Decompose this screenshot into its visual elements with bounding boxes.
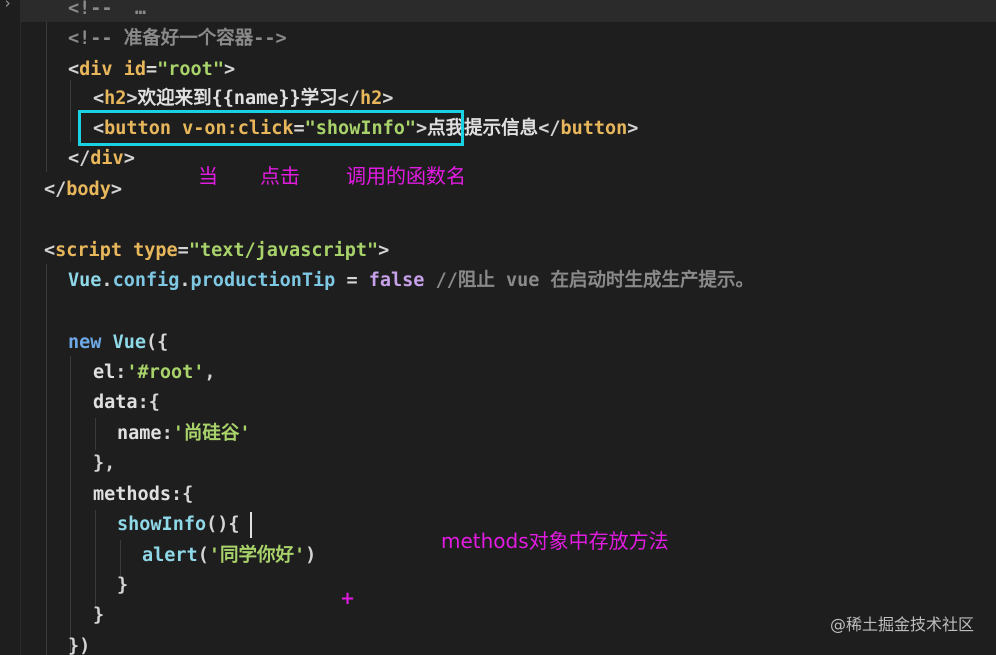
code-line[interactable]: name:'尚硅谷' bbox=[117, 419, 250, 449]
code-token: <!-- 准备好一个容器--> bbox=[68, 28, 287, 49]
mouse-cursor-plus-icon: + bbox=[340, 588, 356, 609]
code-token: > bbox=[223, 59, 236, 80]
highlight-box bbox=[78, 110, 464, 146]
code-token: </ bbox=[44, 179, 67, 200]
code-line[interactable]: }, bbox=[93, 449, 115, 479]
code-line[interactable]: } bbox=[93, 601, 104, 631]
code-token: config bbox=[112, 270, 180, 291]
code-token: button bbox=[560, 118, 628, 139]
code-token: > bbox=[126, 88, 138, 109]
code-line[interactable]: <!-- … bbox=[68, 0, 146, 24]
indent-guide bbox=[46, 264, 47, 655]
code-token: "root" bbox=[157, 59, 224, 80]
code-token: el bbox=[93, 362, 116, 383]
code-token: methods bbox=[93, 484, 171, 505]
text-caret bbox=[250, 512, 252, 538]
code-token: < bbox=[68, 59, 80, 80]
indent-guide bbox=[95, 510, 96, 606]
annotation-function-name: 调用的函数名 bbox=[346, 164, 466, 188]
code-token: new bbox=[68, 332, 113, 353]
code-token: h2 bbox=[359, 88, 383, 109]
code-token: ) bbox=[305, 545, 317, 566]
code-token: Vue bbox=[68, 270, 102, 291]
code-line[interactable]: alert('同学你好') bbox=[142, 541, 316, 571]
code-token: id bbox=[123, 59, 146, 80]
code-token: } bbox=[117, 575, 129, 596]
code-token: : bbox=[161, 423, 173, 444]
code-token: //阻止 vue 在启动时生成生产提示。 bbox=[424, 270, 755, 291]
watermark: @稀土掘金技术社区 bbox=[829, 615, 974, 634]
code-token: h2 bbox=[104, 88, 127, 109]
code-line[interactable]: </div> bbox=[68, 144, 135, 174]
code-token: showInfo bbox=[117, 514, 207, 535]
code-token: :{ bbox=[137, 392, 160, 413]
annotation-methods: methods对象中存放方法 bbox=[441, 529, 669, 553]
code-token: = bbox=[177, 240, 189, 261]
code-token: 欢迎来到{{name}}学习 bbox=[137, 88, 338, 109]
code-token: <!-- … bbox=[68, 0, 146, 19]
code-token: < bbox=[93, 88, 105, 109]
code-token: '尚硅谷' bbox=[172, 423, 251, 444]
code-line[interactable]: }) bbox=[68, 632, 90, 655]
code-token: }, bbox=[93, 453, 116, 474]
code-token: Vue bbox=[112, 332, 146, 353]
code-token: (){ bbox=[206, 514, 240, 535]
code-line[interactable]: el:'#root', bbox=[93, 358, 216, 388]
code-token: type bbox=[133, 240, 178, 261]
code-token: productionTip bbox=[190, 270, 336, 291]
code-token: </ bbox=[337, 88, 360, 109]
code-token: . bbox=[179, 270, 191, 291]
code-line[interactable]: data:{ bbox=[93, 388, 160, 418]
code-token: false bbox=[368, 270, 425, 291]
code-token: alert bbox=[142, 545, 198, 566]
code-token: "text/javascript" bbox=[188, 240, 379, 261]
code-token: = bbox=[335, 270, 369, 291]
code-line[interactable]: <script type="text/javascript"> bbox=[44, 236, 389, 266]
code-token: </ bbox=[68, 148, 91, 169]
code-token: ({ bbox=[145, 332, 169, 353]
code-token: : bbox=[115, 362, 127, 383]
annotation-click: 点击 bbox=[260, 164, 300, 188]
code-line[interactable]: <div id="root"> bbox=[68, 55, 235, 85]
code-token: > bbox=[378, 240, 390, 261]
code-line[interactable]: methods:{ bbox=[93, 480, 193, 510]
code-token: '#root' bbox=[126, 362, 205, 383]
code-line[interactable]: new Vue({ bbox=[68, 328, 168, 358]
code-token: '同学你好' bbox=[208, 545, 306, 566]
code-token: , bbox=[204, 362, 216, 383]
code-token: body bbox=[66, 179, 111, 200]
indent-guide bbox=[70, 80, 71, 142]
code-editor[interactable]: › <!-- … <!-- 准备好一个容器--> <div id="root"> <h… bbox=[0, 0, 996, 655]
code-token: < bbox=[44, 240, 56, 261]
indent-guide bbox=[46, 22, 47, 172]
code-line[interactable]: } bbox=[117, 571, 128, 601]
code-token: > bbox=[627, 118, 639, 139]
code-line[interactable]: showInfo(){ bbox=[117, 510, 240, 540]
code-token: > bbox=[110, 179, 122, 200]
code-token: }) bbox=[68, 636, 91, 655]
code-token: . bbox=[101, 270, 113, 291]
editor-top-shade bbox=[20, 0, 996, 22]
code-token: } bbox=[93, 605, 105, 626]
indent-guide bbox=[70, 356, 71, 655]
code-line[interactable]: <!-- 准备好一个容器--> bbox=[68, 24, 287, 54]
annotation-when: 当 bbox=[198, 164, 218, 188]
code-line[interactable]: </body> bbox=[44, 175, 122, 205]
code-token: > bbox=[382, 88, 394, 109]
code-token: :{ bbox=[170, 484, 194, 505]
code-token: name bbox=[117, 423, 162, 444]
code-line[interactable]: Vue.config.productionTip = false //阻止 vu… bbox=[68, 266, 754, 296]
editor-gutter: › bbox=[0, 0, 21, 655]
code-token: = bbox=[145, 59, 158, 80]
fold-chevron-icon[interactable]: › bbox=[3, 0, 12, 12]
code-token: div bbox=[79, 59, 124, 80]
code-token: script bbox=[55, 240, 134, 261]
code-token: div bbox=[90, 148, 124, 169]
indent-guide bbox=[95, 418, 96, 450]
code-token: ( bbox=[197, 545, 209, 566]
code-token: data bbox=[93, 392, 138, 413]
code-token: > bbox=[123, 148, 135, 169]
code-token: </ bbox=[538, 118, 561, 139]
